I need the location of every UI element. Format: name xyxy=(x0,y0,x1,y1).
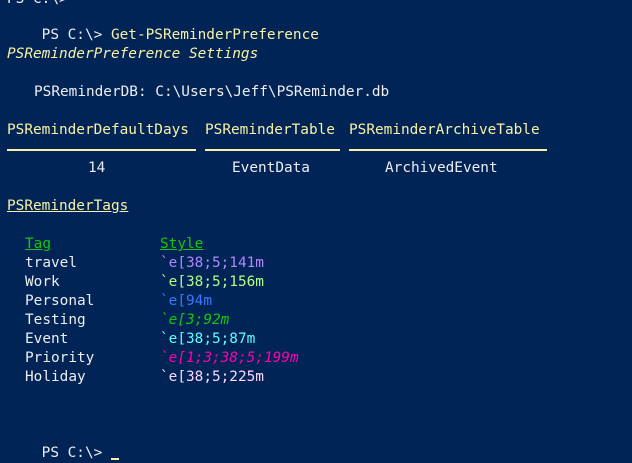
value-default-days: 14 xyxy=(88,160,106,176)
tag-name: Work xyxy=(25,274,60,290)
header-archive-table: PSReminderArchiveTable xyxy=(349,122,540,138)
header-default-days: PSReminderDefaultDays xyxy=(7,122,189,138)
tag-style: `e[38;5;141m xyxy=(160,255,264,271)
db-path-line: PSReminderDB: C:\Users\Jeff\PSReminder.d… xyxy=(34,84,390,100)
tag-name: Priority xyxy=(25,350,95,366)
tag-name: Testing xyxy=(25,312,86,328)
tags-column-tag: Tag xyxy=(25,236,51,252)
final-prompt-text: PS C:\> xyxy=(41,445,111,461)
tag-name: Holiday xyxy=(25,369,86,385)
powershell-terminal[interactable]: PS C:\> PS C:\> Get-PSReminderPreference… xyxy=(0,0,632,463)
tags-column-style: Style xyxy=(160,236,204,252)
tag-name: travel xyxy=(25,255,77,271)
command-line: PS C:\> Get-PSReminderPreference xyxy=(7,7,319,43)
tag-name: Personal xyxy=(25,293,95,309)
tag-style: `e[1;3;38;5;199m xyxy=(160,350,299,366)
value-archive-table: ArchivedEvent xyxy=(385,160,498,176)
header-rule-reminder-table xyxy=(205,149,340,151)
settings-heading: PSReminderPreference Settings xyxy=(7,46,259,62)
final-prompt-line[interactable]: PS C:\> xyxy=(7,425,119,461)
text-cursor xyxy=(110,458,119,460)
tag-style: `e[3;92m xyxy=(160,312,230,328)
tag-style: `e[38;5;156m xyxy=(160,274,264,290)
header-reminder-table: PSReminderTable xyxy=(205,122,335,138)
tag-name: Event xyxy=(25,331,69,347)
value-reminder-table: EventData xyxy=(232,160,310,176)
tag-style: `e[38;5;225m xyxy=(160,369,264,385)
tag-style: `e[38;5;87m xyxy=(160,331,256,347)
header-rule-archive-table xyxy=(349,149,547,151)
header-rule-default-days xyxy=(7,149,196,151)
prompt-text: PS C:\> xyxy=(41,27,103,43)
command-text: Get-PSReminderPreference xyxy=(110,27,319,43)
tag-style: `e[94m xyxy=(160,293,212,309)
tags-heading: PSReminderTags xyxy=(7,198,129,214)
